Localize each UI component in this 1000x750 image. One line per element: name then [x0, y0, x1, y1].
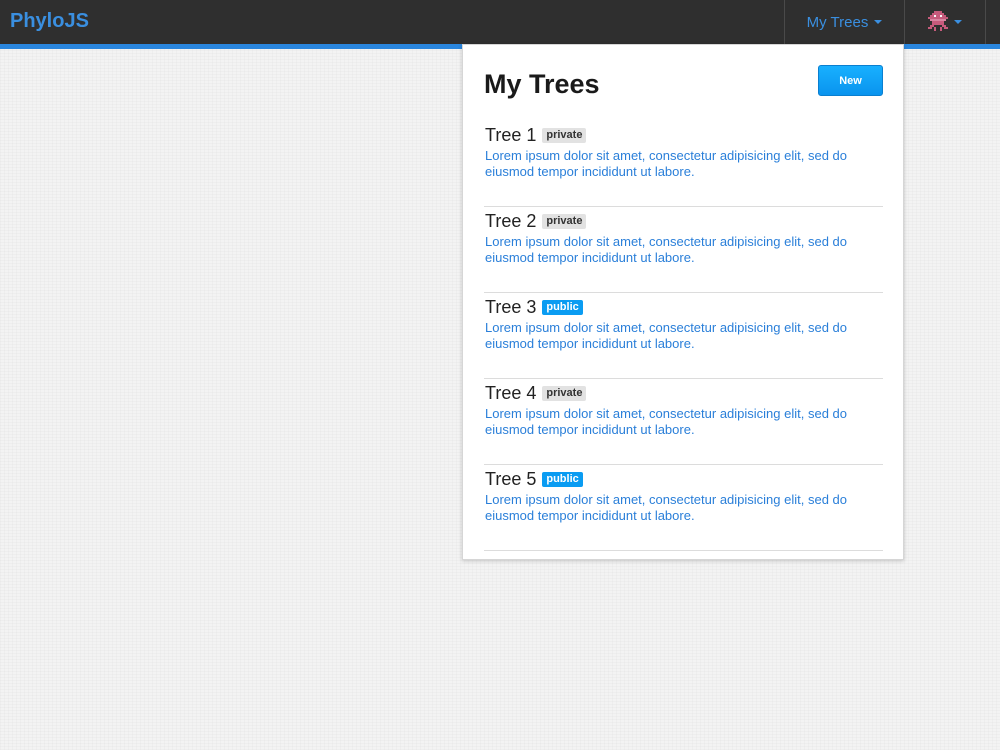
visibility-badge: private [542, 213, 587, 229]
list-item[interactable]: Tree 2 private Lorem ipsum dolor sit ame… [484, 207, 883, 293]
chevron-down-icon [954, 20, 962, 24]
visibility-badge: public [542, 471, 583, 487]
top-navbar: PhyloJS My Trees [0, 0, 1000, 49]
tree-description[interactable]: Lorem ipsum dolor sit amet, consectetur … [485, 406, 875, 438]
tree-name[interactable]: Tree 1 [485, 125, 536, 146]
panel-title: My Trees [484, 69, 600, 99]
list-item[interactable]: Tree 4 private Lorem ipsum dolor sit ame… [484, 379, 883, 465]
tree-description[interactable]: Lorem ipsum dolor sit amet, consectetur … [485, 492, 875, 524]
user-menu[interactable] [904, 0, 986, 44]
visibility-badge: public [542, 299, 583, 315]
my-trees-dropdown-panel: My Trees New Tree 1 private Lorem ipsum … [462, 44, 904, 560]
tree-list: Tree 1 private Lorem ipsum dolor sit ame… [484, 121, 883, 551]
tree-name[interactable]: Tree 4 [485, 383, 536, 404]
chevron-down-icon [874, 20, 883, 24]
tree-name[interactable]: Tree 2 [485, 211, 536, 232]
list-item[interactable]: Tree 3 public Lorem ipsum dolor sit amet… [484, 293, 883, 379]
tree-description[interactable]: Lorem ipsum dolor sit amet, consectetur … [485, 320, 875, 352]
list-item[interactable]: Tree 5 public Lorem ipsum dolor sit amet… [484, 465, 883, 551]
list-item[interactable]: Tree 1 private Lorem ipsum dolor sit ame… [484, 121, 883, 207]
my-trees-menu-label: My Trees [806, 13, 869, 31]
my-trees-menu[interactable]: My Trees [784, 0, 904, 44]
visibility-badge: private [542, 385, 587, 401]
tree-name[interactable]: Tree 5 [485, 469, 536, 490]
brand-logo[interactable]: PhyloJS [10, 10, 89, 33]
tree-description[interactable]: Lorem ipsum dolor sit amet, consectetur … [485, 148, 875, 180]
tree-description[interactable]: Lorem ipsum dolor sit amet, consectetur … [485, 234, 875, 266]
new-tree-button[interactable]: New [818, 65, 883, 96]
tree-name[interactable]: Tree 3 [485, 297, 536, 318]
user-avatar-icon [928, 11, 948, 33]
visibility-badge: private [542, 127, 587, 143]
